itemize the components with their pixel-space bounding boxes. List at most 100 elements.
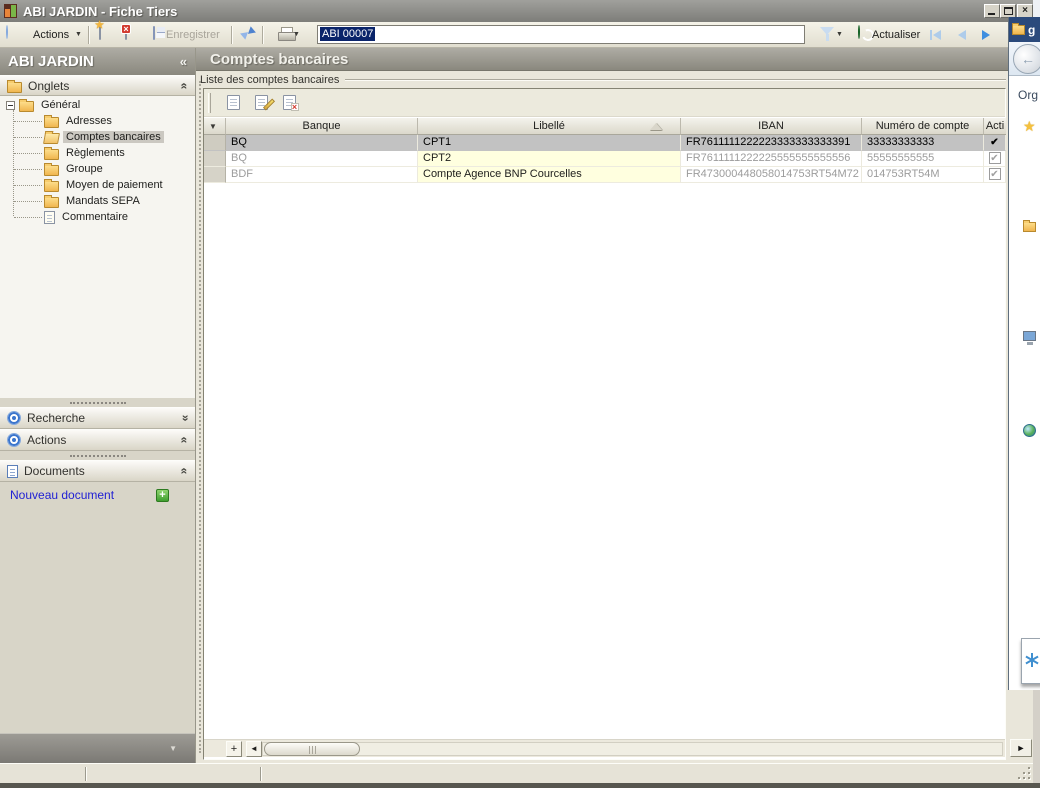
grid-new-button[interactable] [223,93,243,113]
tree-item-adresses[interactable]: Adresses [0,113,195,129]
collapse-chevron-icon[interactable]: « [178,82,192,89]
tree-item-mandats-sepa[interactable]: Mandats SEPA [0,193,195,209]
collapse-chevron-icon[interactable]: « [178,468,192,475]
close-button[interactable]: × [1017,4,1033,18]
cell-actif[interactable]: ✔ [984,167,1006,183]
row-indicator-cell[interactable] [204,135,226,151]
tree-item-label: Général [41,99,81,111]
tree-item-label-selected: Comptes bancaires [63,131,164,143]
cancel-record-button[interactable]: × [121,24,131,40]
nav-next-button[interactable] [982,29,990,41]
tree-item-general[interactable]: Général [0,97,195,113]
status-bar [0,763,1033,783]
onglets-section-header[interactable]: Onglets « [0,75,195,96]
expand-chevron-icon[interactable]: « [178,415,192,422]
horizontal-scrollbar: + ◄ [204,739,1005,757]
maximize-button[interactable] [1000,4,1016,18]
actions-dropdown-icon[interactable]: ▼ [75,31,82,38]
checkbox-checked[interactable]: ✔ [988,168,1001,180]
collapse-chevron-icon[interactable]: « [178,437,192,444]
tree-item-moyen-de-paiement[interactable]: Moyen de paiement [0,177,195,193]
group-box-line [345,78,1006,81]
tree-item-groupe[interactable]: Groupe [0,161,195,177]
back-button[interactable]: ← [1013,44,1040,74]
table-row[interactable]: BQ CPT1 FR7611111222223333333333391 3333… [204,135,1006,151]
actions-section-header[interactable]: Actions « [0,429,195,451]
scrollbar-track[interactable] [262,742,1003,756]
checkbox-checked[interactable]: ✔ [988,152,1001,164]
cell-libelle[interactable]: CPT2 [418,151,681,167]
window-resize-grip[interactable] [1018,767,1031,780]
minimize-button[interactable] [984,4,1000,18]
column-header-iban[interactable]: IBAN [681,118,862,135]
toolbar-separator [262,26,264,44]
print-dropdown-icon[interactable]: ▼ [293,31,300,38]
libraries-folder-icon[interactable] [1023,220,1036,232]
filter-dropdown-icon[interactable]: ▼ [836,31,843,38]
scroll-left-button[interactable]: ◄ [246,741,262,757]
row-indicator-cell[interactable] [204,167,226,183]
toolbar-gripper[interactable] [208,92,211,113]
network-globe-icon[interactable] [1023,424,1036,437]
sidebar-bottom-bar[interactable]: ▼ [0,733,195,763]
recherche-section-header[interactable]: Recherche « [0,407,195,429]
grid-filter-dropdown-icon[interactable]: ▼ [209,119,217,134]
table-row[interactable]: BQ CPT2 FR7611111222225555555555556 5555… [204,151,1006,167]
computer-icon[interactable] [1023,331,1036,345]
nav-first-button[interactable] [930,29,941,41]
nav-previous-button[interactable] [958,29,966,41]
group-box-header: Liste des comptes bancaires [200,73,1006,86]
delete-x-icon: × [290,102,299,112]
cell-actif[interactable]: ✔ [984,135,1006,151]
column-header-numero[interactable]: Numéro de compte [862,118,984,135]
tree-item-comptes-bancaires[interactable]: Comptes bancaires [0,129,195,145]
overlay-popup-button[interactable] [1021,638,1040,684]
table-row[interactable]: BDF Compte Agence BNP Courcelles FR47300… [204,167,1006,183]
save-button[interactable]: Enregistrer [166,29,220,41]
documents-section-header[interactable]: Documents « [0,460,195,482]
scrollbar-thumb[interactable] [264,742,360,756]
grid-delete-button[interactable]: × [279,93,299,113]
add-document-button[interactable]: + [156,488,169,502]
overlay-window-title-fragment: g [1028,22,1036,37]
cell-numero[interactable]: 014753RT54M [862,167,984,183]
cell-libelle[interactable]: Compte Agence BNP Courcelles [418,167,681,183]
tree-item-commentaire[interactable]: Commentaire [0,209,195,225]
more-options-icon[interactable]: ▼ [169,744,177,753]
row-indicator-header[interactable]: ▼ [204,118,226,135]
grid-edit-button[interactable] [251,93,275,113]
sidebar-collapse-button[interactable]: « [180,54,187,69]
cell-iban[interactable]: FR7611111222225555555555556 [681,151,862,167]
organize-menu-fragment[interactable]: Org [1018,88,1038,102]
cell-iban[interactable]: FR7611111222223333333333391 [681,135,862,151]
tree-item-label: Groupe [66,163,103,175]
record-search-input[interactable]: ABI 00007 [317,25,805,44]
cell-banque[interactable]: BDF [226,167,418,183]
collapse-expander-icon[interactable] [6,100,15,110]
cell-numero[interactable]: 33333333333 [862,135,984,151]
refresh-button[interactable]: Actualiser [872,29,920,41]
column-header-actif[interactable]: Acti [984,118,1006,135]
favorites-star-icon[interactable]: ★ [1023,118,1036,135]
actions-menu-button[interactable]: Actions [33,29,69,41]
minimize-icon [988,13,995,15]
checkbox-checked[interactable]: ✔ [989,136,1001,148]
new-record-button[interactable]: ★ [95,20,104,40]
cell-banque[interactable]: BQ [226,135,418,151]
scroll-right-button[interactable]: ► [1010,739,1032,757]
cell-actif[interactable]: ✔ [984,151,1006,167]
tree-item-reglements[interactable]: Règlements [0,145,195,161]
cell-numero[interactable]: 55555555555 [862,151,984,167]
cell-banque[interactable]: BQ [226,151,418,167]
sidebar-splitter[interactable] [0,398,195,407]
column-header-libelle[interactable]: Libellé [418,118,681,135]
column-header-banque[interactable]: Banque [226,118,418,135]
cell-libelle[interactable]: CPT1 [418,135,681,151]
new-document-link[interactable]: Nouveau document [10,488,156,502]
folder-icon [44,163,59,176]
add-row-button[interactable]: + [226,741,242,757]
sidebar-main-splitter[interactable] [196,71,203,763]
row-indicator-cell[interactable] [204,151,226,167]
cell-iban[interactable]: FR473000448058014753RT54M72 [681,167,862,183]
sidebar-splitter[interactable] [0,451,195,460]
